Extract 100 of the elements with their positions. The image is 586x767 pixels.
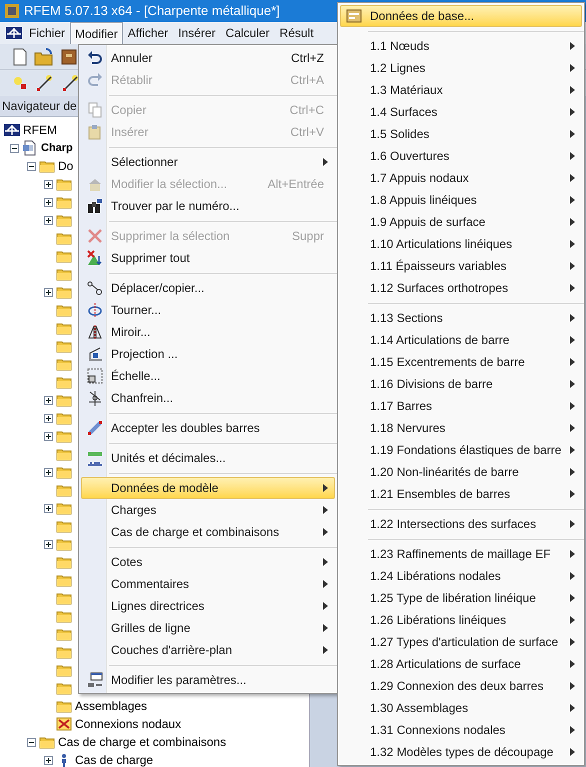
menu-item[interactable]: 1.28 Articulations de surface [340,653,582,675]
menu-item[interactable]: 1.4 Surfaces [340,101,582,123]
menu-item[interactable]: 1.3 Matériaux [340,79,582,101]
menu-item[interactable]: Lignes directrices [81,595,335,617]
menu-item[interactable]: 1.6 Ouvertures [340,145,582,167]
move-icon [87,280,103,296]
collapse-icon[interactable] [10,144,19,152]
menu-item[interactable]: 1.30 Assemblages [340,697,582,719]
menu-item[interactable]: 1.10 Articulations linéiques [340,233,582,255]
menu-item[interactable]: 1.1 Nœuds [340,35,582,57]
menu-item[interactable]: Commentaires [81,573,335,595]
menu-item[interactable]: Miroir... [81,321,335,343]
menu-item[interactable]: 1.9 Appuis de surface [340,211,582,233]
submenu-arrow-icon [570,572,575,580]
menu-item[interactable]: Cotes [81,551,335,573]
menu-item[interactable]: 1.15 Excentrements de barre [340,351,582,373]
expand-icon[interactable] [44,468,53,476]
menu-item[interactable]: Données de modèle [81,477,335,499]
menu-bar-item[interactable]: Résult [274,22,319,44]
menu-item[interactable]: 1.27 Types d'articulation de surface [340,631,582,653]
tree-item[interactable]: Cas de charge et combinaisons [58,733,226,751]
submenu-arrow-icon [323,158,328,166]
expand-icon[interactable] [44,180,53,188]
menu-item[interactable]: Grilles de ligne [81,617,335,639]
menu-item[interactable]: 1.8 Appuis linéiques [340,189,582,211]
drawer-icon[interactable] [60,48,78,66]
menu-item[interactable]: Tourner... [81,299,335,321]
menu-item[interactable]: 1.23 Raffinements de maillage EF [340,543,582,565]
menu-item[interactable]: Échelle... [81,365,335,387]
expand-icon[interactable] [44,288,53,296]
expand-icon[interactable] [44,396,53,404]
collapse-icon[interactable] [27,738,36,746]
expand-icon[interactable] [44,414,53,422]
expand-icon[interactable] [44,540,53,548]
menu-item[interactable]: 1.29 Connexion des deux barres [340,675,582,697]
menu-item[interactable]: 1.11 Épaisseurs variables [340,255,582,277]
menu-bar-item[interactable]: Modifier [70,22,123,44]
line-tool-icon[interactable] [36,74,54,92]
menu-item[interactable]: 1.17 Barres [340,395,582,417]
menu-item[interactable]: 1.25 Type de libération linéique [340,587,582,609]
submenu-arrow-icon [570,218,575,226]
expand-icon[interactable] [44,216,53,224]
binoculars-icon [87,198,103,214]
menu-item[interactable]: Déplacer/copier... [81,277,335,299]
menu-bar-item[interactable]: Insérer [173,22,221,44]
menu-item[interactable]: Couches d'arrière-plan [81,639,335,661]
menu-item[interactable]: 1.31 Connexions nodales [340,719,582,741]
menu-item[interactable]: 1.26 Libérations linéiques [340,609,582,631]
tree-item[interactable]: Charp [41,140,73,156]
new-file-icon[interactable] [12,48,28,66]
menu-item[interactable]: 1.21 Ensembles de barres [340,483,582,505]
expand-icon[interactable] [44,432,53,440]
menu-item[interactable]: Projection ... [81,343,335,365]
menu-item[interactable]: Supprimer tout [81,247,335,269]
menu-item[interactable]: 1.22 Intersections des surfaces [340,513,582,535]
menu-item[interactable]: 1.14 Articulations de barre [340,329,582,351]
collapse-icon[interactable] [27,162,36,170]
tree-item[interactable]: RFEM [23,121,57,139]
submenu-arrow-icon [570,314,575,322]
menu-item[interactable]: Modifier les paramètres... [81,669,335,691]
menu-item[interactable]: 1.5 Solides [340,123,582,145]
menu-item[interactable]: Annuler Ctrl+Z [81,47,335,69]
menu-item[interactable]: Accepter les doubles barres [81,417,335,439]
menu-item[interactable]: 1.32 Modèles types de découpage [340,741,582,763]
expand-icon[interactable] [44,504,53,512]
pencil-icon [87,420,103,436]
submenu-arrow-icon [570,490,575,498]
tree-item[interactable]: Cas de charge [75,751,154,767]
menu-item[interactable]: 1.20 Non-linéarités de barre [340,461,582,483]
menu-item[interactable]: 1.24 Libérations nodales [340,565,582,587]
menu-item[interactable]: 1.16 Divisions de barre [340,373,582,395]
menu-item[interactable]: Cas de charge et combinaisons [81,521,335,543]
tree-item[interactable]: Assemblages [75,697,148,715]
menu-item[interactable]: 1.12 Surfaces orthotropes [340,277,582,299]
tree-item[interactable]: Connexions nodaux [75,715,182,733]
submenu-arrow-icon [570,196,575,204]
submenu-arrow-icon [570,638,575,646]
menu-item[interactable]: 1.18 Nervures [340,417,582,439]
open-folder-icon[interactable] [34,48,54,66]
menu-item[interactable]: Données de base... [340,5,582,27]
node-icon[interactable] [12,75,28,91]
expand-icon[interactable] [44,198,53,206]
expand-icon[interactable] [44,756,53,764]
menu-item[interactable]: Sélectionner [81,151,335,173]
menu-item[interactable]: 1.13 Sections [340,307,582,329]
menu-item[interactable]: Chanfrein... [81,387,335,409]
menu-item[interactable]: 1.7 Appuis nodaux [340,167,582,189]
menu-item[interactable]: 1.19 Fondations élastiques de barre [340,439,582,461]
submenu-arrow-icon [323,528,328,536]
tree-item[interactable]: Do [58,157,74,175]
logo-icon [6,25,22,41]
menu-bar-item[interactable]: Calculer [220,22,275,44]
menu-item[interactable]: Unités et décimales... [81,447,335,469]
menu-item[interactable]: Trouver par le numéro... [81,195,335,217]
menu-bar-item[interactable]: Fichier [24,22,70,44]
submenu-arrow-icon [570,748,575,756]
menu-item[interactable]: 1.2 Lignes [340,57,582,79]
menu-item[interactable]: Charges [81,499,335,521]
mirror-icon [87,324,103,340]
menu-bar-item[interactable]: Afficher [122,22,174,44]
